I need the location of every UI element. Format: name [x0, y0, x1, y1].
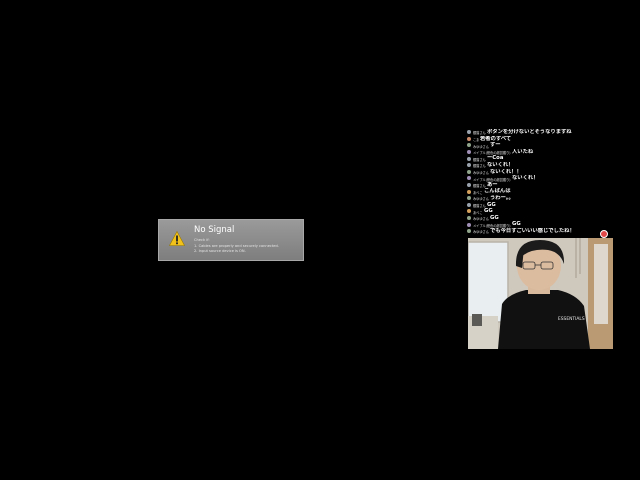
- chat-message: こま 若者のすべて: [467, 136, 617, 143]
- no-signal-dialog: No Signal Check if: 1. Cables are proper…: [158, 219, 304, 261]
- chat-message: メイプル(鉛色の超賞獲り) ないくれ！: [467, 175, 617, 182]
- chat-message: 銀猫さん ないくれ！: [467, 162, 617, 169]
- chat-text: すー: [490, 142, 501, 149]
- chat-avatar: [467, 189, 471, 194]
- chat-avatar: [467, 196, 471, 201]
- chat-text: こんばんは: [484, 188, 511, 195]
- chat-avatar: [467, 176, 471, 181]
- chat-username: みゆゆさん: [473, 230, 489, 235]
- chat-message: 銀猫さん ボタンを分けないとそうなりますね: [467, 129, 617, 136]
- chat-text: ないくれ！！: [490, 168, 522, 175]
- chat-text: あー: [487, 181, 498, 188]
- chat-text: GG: [490, 214, 499, 221]
- chat-text: ーCoa: [487, 155, 504, 162]
- chat-avatar: [467, 216, 471, 221]
- chat-message: メイプル(鉛色の超賞獲り) 人いたね: [467, 149, 617, 156]
- chat-avatar: [467, 156, 471, 161]
- chat-avatar: [467, 150, 471, 155]
- chat-avatar: [467, 222, 471, 227]
- chat-avatar: [467, 209, 471, 214]
- chat-message: みゆゆさん すー: [467, 142, 617, 149]
- chat-avatar: [467, 163, 471, 168]
- chat-avatar: [467, 183, 471, 188]
- chat-avatar: [467, 169, 471, 174]
- chat-message: 銀猫さん GG: [467, 202, 617, 209]
- shirt-logo-text: ESSENTIALS: [558, 316, 585, 322]
- chat-avatar: [467, 143, 471, 148]
- dialog-instruction-2: 2. Input source device is ON.: [194, 249, 246, 253]
- dialog-title: No Signal: [194, 225, 235, 235]
- chat-text: ないくれ！: [512, 175, 539, 182]
- chat-text: GG: [512, 221, 521, 228]
- chat-text: 若者のすべて: [480, 135, 512, 142]
- chat-message: あべこ こんばんは: [467, 188, 617, 195]
- chat-text: ボタンを分けないとそうなりますね: [487, 129, 572, 135]
- chat-message: みゆゆさん うわー。。: [467, 195, 617, 202]
- warning-icon: [169, 231, 185, 246]
- dialog-check-text: Check if:: [194, 238, 210, 242]
- chat-message: みゆゆさん ないくれ！！: [467, 169, 617, 176]
- record-indicator-icon: [600, 230, 608, 238]
- webcam-feed: ESSENTIALS: [468, 238, 613, 349]
- chat-text: GG: [484, 208, 493, 215]
- dialog-instruction-1: 1. Cables are properly and securely conn…: [194, 243, 279, 248]
- chat-message: 銀猫さん あー: [467, 182, 617, 189]
- chat-message: 銀猫さん ーCoa: [467, 155, 617, 162]
- chat-text: うわー。。: [490, 195, 514, 201]
- chat-text: でも今日すごいいい感じでしたね！: [490, 228, 575, 234]
- stream-frame: No Signal Check if: 1. Cables are proper…: [0, 0, 640, 480]
- chat-overlay: 銀猫さん ボタンを分けないとそうなりますね こま 若者のすべて みゆゆさん すー メイプル(…: [467, 129, 617, 239]
- chat-text: 人いたね: [512, 148, 534, 155]
- chat-message: メイプル(鉛色の超賞獲り) GG: [467, 221, 617, 228]
- chat-text: GG: [487, 201, 496, 208]
- chat-avatar: [467, 202, 471, 207]
- chat-message: みゆゆさん GG: [467, 215, 617, 222]
- chat-avatar: [467, 229, 471, 234]
- chat-text: ないくれ！: [487, 162, 514, 168]
- chat-avatar: [467, 136, 471, 141]
- chat-avatar: [467, 130, 471, 135]
- chat-message: あべこ GG: [467, 208, 617, 215]
- chat-message: みゆゆさん でも今日すごいいい感じでしたね！: [467, 228, 617, 235]
